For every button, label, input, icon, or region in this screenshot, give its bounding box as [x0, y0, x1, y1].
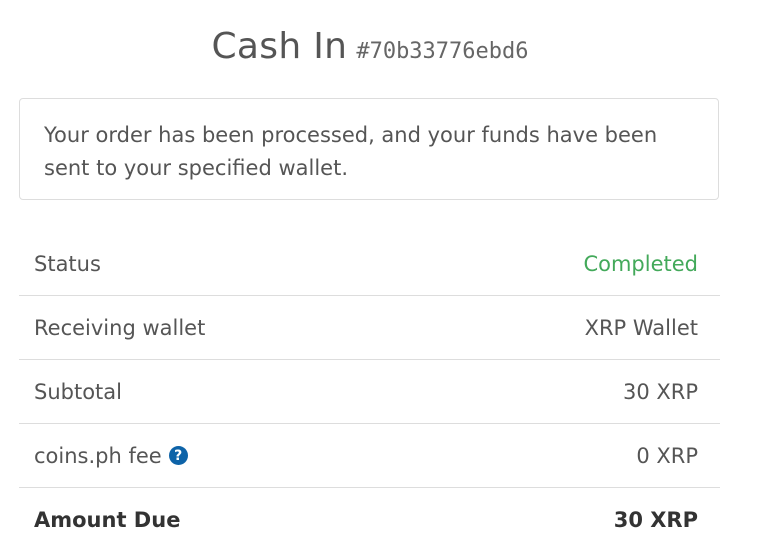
subtotal-row: Subtotal 30 XRP: [19, 360, 720, 424]
subtotal-value: 30 XRP: [622, 379, 698, 404]
status-label: Status: [34, 251, 101, 276]
cash-in-page: Cash In #70b33776ebd6 Your order has bee…: [0, 0, 775, 556]
order-notice: Your order has been processed, and your …: [19, 98, 719, 200]
fee-label-group: coins.ph fee ?: [34, 444, 188, 468]
fee-value: 0 XRP: [636, 443, 698, 468]
receiving-wallet-value: XRP Wallet: [584, 315, 698, 340]
question-circle-icon[interactable]: ?: [168, 446, 188, 465]
page-title: Cash In: [211, 26, 348, 67]
receiving-wallet-row: Receiving wallet XRP Wallet: [19, 296, 720, 360]
amount-due-row: Amount Due 30 XRP: [19, 488, 720, 552]
amount-due-value: 30 XRP: [613, 508, 698, 532]
fee-row: coins.ph fee ? 0 XRP: [19, 424, 720, 488]
order-details-table: Status Completed Receiving wallet XRP Wa…: [19, 232, 720, 552]
receiving-wallet-label: Receiving wallet: [34, 315, 206, 340]
status-row: Status Completed: [19, 232, 720, 296]
status-value: Completed: [583, 251, 698, 276]
order-id: #70b33776ebd6: [356, 39, 529, 64]
subtotal-label: Subtotal: [34, 379, 122, 404]
amount-due-label: Amount Due: [34, 508, 181, 532]
order-notice-text: Your order has been processed, and your …: [44, 123, 658, 180]
fee-label: coins.ph fee: [34, 443, 162, 468]
page-header: Cash In #70b33776ebd6: [0, 26, 740, 67]
